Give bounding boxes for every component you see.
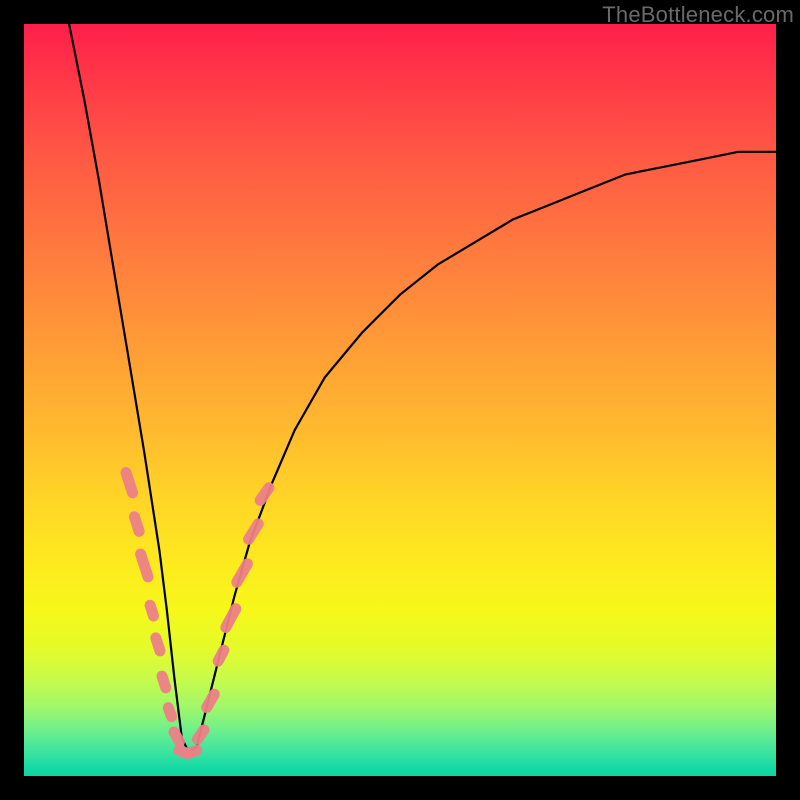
marker-pill <box>149 631 167 658</box>
marker-pill <box>127 510 146 538</box>
bottleneck-curve <box>69 24 776 753</box>
marker-pill <box>143 598 160 623</box>
curve-svg <box>24 24 776 776</box>
marker-pill <box>134 547 155 584</box>
marker-pill <box>211 643 232 669</box>
watermark-text: TheBottleneck.com <box>602 2 794 28</box>
chart-frame: TheBottleneck.com <box>0 0 800 800</box>
valley-markers <box>119 466 277 761</box>
marker-pill <box>241 516 266 547</box>
marker-pill <box>161 701 178 724</box>
plot-area <box>24 24 776 776</box>
marker-pill <box>155 669 173 695</box>
marker-pill <box>199 687 222 715</box>
marker-pill <box>229 556 255 589</box>
marker-pill <box>190 722 212 746</box>
marker-pill <box>119 466 139 500</box>
